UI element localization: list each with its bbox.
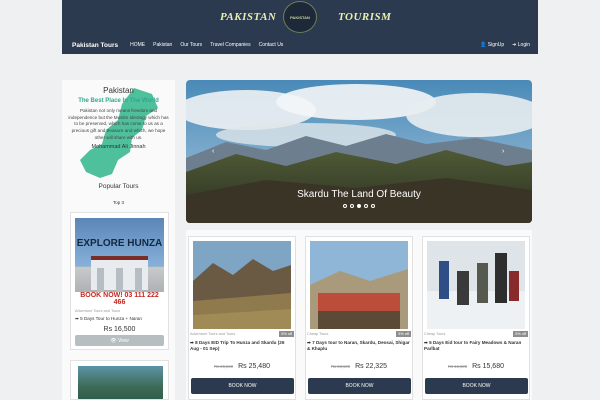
- tour-card[interactable]: Cheap Tours 5% off ➡ 5 Days Eid tour to …: [422, 236, 530, 400]
- tour-grid: Adventure Tours and Tours 5% off ➡ 8 Day…: [186, 230, 532, 400]
- signup-link[interactable]: 👤 SignUp: [480, 42, 504, 48]
- popular-tour-category: Adventure Tours and Tours: [75, 309, 121, 313]
- slider-dot[interactable]: [350, 204, 354, 208]
- discount-badge: 5% off: [279, 331, 294, 337]
- popular-tour-image-2: [78, 366, 163, 399]
- book-now-button[interactable]: BOOK NOW: [425, 378, 528, 394]
- popular-tour-phone: BOOK NOW! 03 111 222 466: [75, 292, 164, 306]
- login-label: Login: [517, 42, 530, 48]
- popular-tour-name[interactable]: ➡ 5 Days Tour to Hunza + Naran: [75, 316, 142, 322]
- quote-author: Mohammad Ali Jinnah: [91, 144, 146, 151]
- tour-name-text: 5 Days Eid tour to Fairy Meadows & Naran…: [424, 340, 522, 352]
- nav-our-tours[interactable]: Our Tours: [180, 42, 202, 48]
- current-price: Rs 25,480: [238, 363, 270, 370]
- view-button[interactable]: 👁 View: [75, 335, 164, 346]
- current-price: Rs 15,680: [472, 363, 504, 370]
- quote-body: Pakistan not only means freedom and inde…: [68, 108, 169, 140]
- view-button-label: View: [118, 337, 129, 344]
- tour-name-text: 7 Days tour to Naran, Skardu, Deosai, Sh…: [307, 340, 410, 352]
- nav-travel-companies[interactable]: Travel Companies: [210, 42, 250, 48]
- tour-category: Adventure Tours and Tours: [190, 332, 236, 336]
- tour-card[interactable]: Cheap Tours 5% off ➡ 7 Days tour to Nara…: [305, 236, 413, 400]
- tour-category: Cheap Tours: [307, 332, 329, 336]
- brand-title-right: TOURISM: [338, 11, 392, 23]
- old-price: Rs 26,840: [213, 364, 234, 369]
- tour-name-text: 8 Days EID Trip To Hunza and Skardu (26 …: [190, 340, 285, 352]
- tour-card[interactable]: Adventure Tours and Tours 5% off ➡ 8 Day…: [188, 236, 296, 400]
- left-sidebar: Pakistan The Best Place In The World Pak…: [62, 80, 175, 400]
- tour-name[interactable]: ➡ 5 Days Eid tour to Fairy Meadows & Nar…: [424, 340, 528, 352]
- slide-image: [186, 80, 532, 223]
- popular-tour-name-text: 5 Days Tour to Hunza + Naran: [80, 316, 142, 321]
- tour-category: Cheap Tours: [424, 332, 446, 336]
- slider-indicators: [186, 204, 532, 208]
- brand-title-left: PAKISTAN: [220, 11, 277, 23]
- nav-home[interactable]: HOME: [130, 42, 145, 48]
- current-price: Rs 22,325: [355, 363, 387, 370]
- slider-dot[interactable]: [343, 204, 347, 208]
- slider-dot[interactable]: [364, 204, 368, 208]
- popular-tours-subtitle: Top 3: [112, 200, 124, 205]
- login-link[interactable]: ➜ Login: [512, 42, 530, 48]
- logo-text: PAKISTAN: [290, 14, 310, 20]
- popular-tour-card[interactable]: EXPLORE HUNZA BOOK NOW! 03 111 222 466 A…: [70, 212, 169, 350]
- discount-badge: 5% off: [513, 331, 528, 337]
- tour-image: [310, 241, 408, 329]
- slider-dot[interactable]: [371, 204, 375, 208]
- tour-price: Rs 16,500 Rs 15,680: [423, 363, 529, 370]
- nav-contact-us[interactable]: Contact Us: [259, 42, 284, 48]
- nav-site-name[interactable]: Pakistan Tours: [72, 42, 118, 49]
- header-bar: PAKISTAN PAKISTAN TOURISM Pakistan Tours…: [62, 0, 538, 54]
- book-now-button[interactable]: BOOK NOW: [191, 378, 294, 394]
- slider-next-icon[interactable]: ›: [502, 148, 504, 155]
- popular-tour-image-headline: EXPLORE HUNZA: [76, 238, 163, 249]
- tour-image: [427, 241, 525, 329]
- signup-label: SignUp: [487, 42, 505, 48]
- site-logo[interactable]: PAKISTAN: [283, 1, 317, 33]
- tour-price: Rs 26,840 Rs 25,480: [189, 363, 295, 370]
- book-now-button[interactable]: BOOK NOW: [308, 378, 411, 394]
- gate-illustration: [91, 256, 148, 294]
- nav-pakistan[interactable]: Pakistan: [153, 42, 172, 48]
- popular-tour-card-2[interactable]: [70, 360, 169, 400]
- discount-badge: 5% off: [396, 331, 411, 337]
- page: PAKISTAN PAKISTAN TOURISM Pakistan Tours…: [0, 0, 600, 400]
- slide-caption: Skardu The Land Of Beauty: [297, 189, 421, 200]
- tour-name[interactable]: ➡ 7 Days tour to Naran, Skardu, Deosai, …: [307, 340, 411, 352]
- popular-tour-price: Rs 16,500: [103, 326, 136, 333]
- old-price: Rs 16,500: [447, 364, 468, 369]
- tour-price: Rs 23,500 Rs 22,325: [306, 363, 412, 370]
- slider-dot[interactable]: [357, 204, 361, 208]
- main-nav: Pakistan Tours HOME Pakistan Our Tours T…: [62, 38, 538, 52]
- jinnah-quote: Pakistan The Best Place In The World Pak…: [62, 86, 175, 150]
- slider-prev-icon[interactable]: ‹: [212, 148, 214, 155]
- hero-slider[interactable]: ‹ › Skardu The Land Of Beauty: [186, 80, 532, 223]
- quote-title: Pakistan: [103, 86, 134, 95]
- tour-image: [193, 241, 291, 329]
- old-price: Rs 23,500: [330, 364, 351, 369]
- tour-name[interactable]: ➡ 8 Days EID Trip To Hunza and Skardu (2…: [190, 340, 294, 352]
- eye-icon: 👁: [110, 337, 118, 344]
- popular-tours-title: Popular Tours: [98, 183, 139, 190]
- popular-tour-image: EXPLORE HUNZA BOOK NOW! 03 111 222 466: [75, 218, 164, 306]
- quote-subtitle: The Best Place In The World: [78, 98, 159, 104]
